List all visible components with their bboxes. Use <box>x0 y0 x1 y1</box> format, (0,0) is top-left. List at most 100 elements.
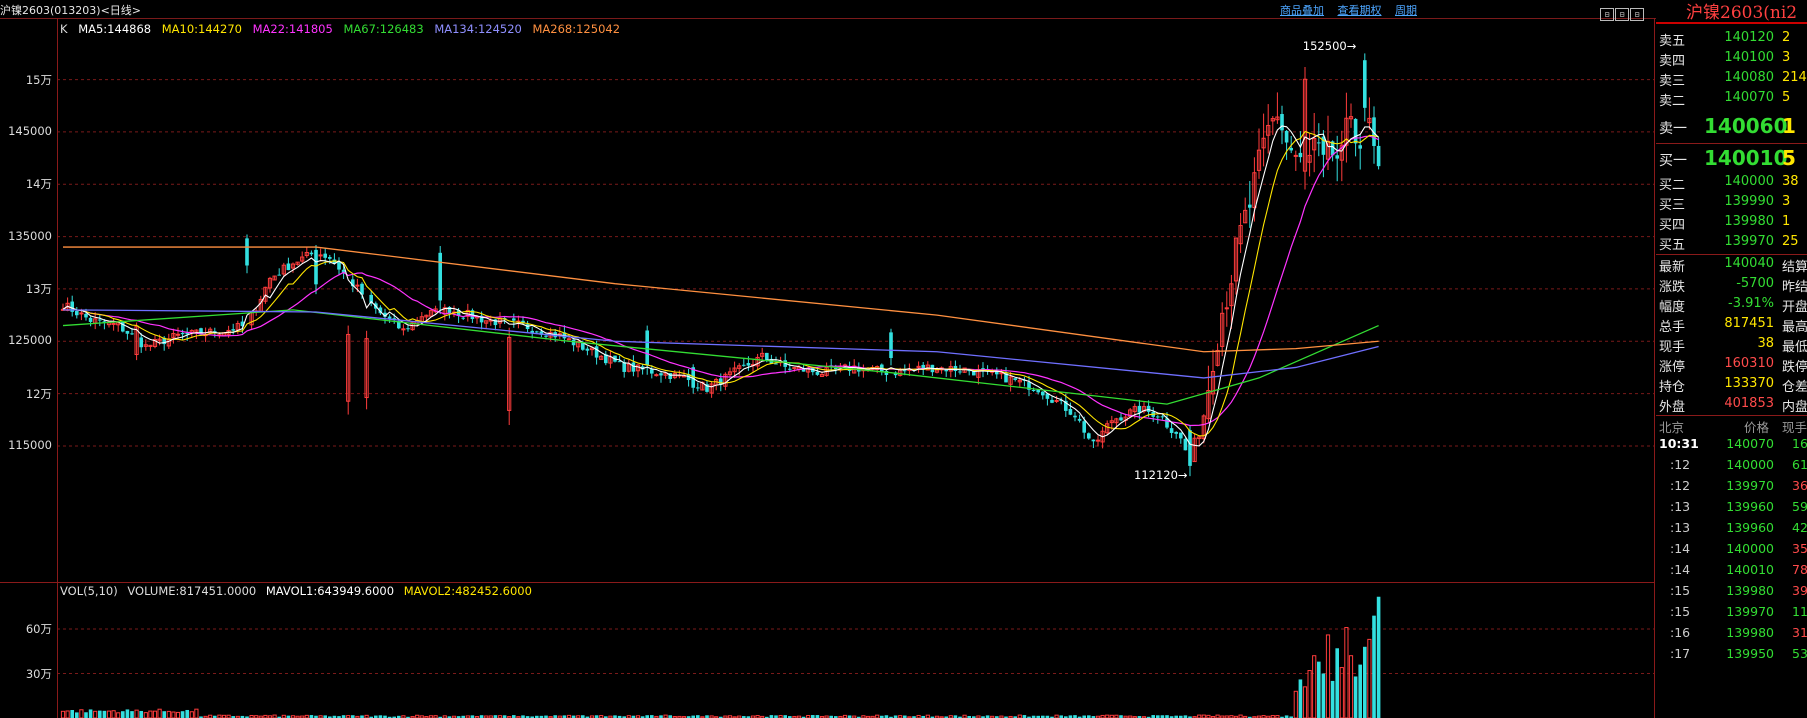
volume-bar <box>1372 615 1376 718</box>
stat-label-2: 仓差 <box>1782 380 1807 395</box>
volume-bar <box>1312 655 1317 718</box>
best-bid-price[interactable]: 140010 <box>1704 146 1788 170</box>
candle-body <box>1146 405 1151 412</box>
bid-price[interactable]: 139980 <box>1712 214 1774 229</box>
volume-bar <box>1307 670 1312 718</box>
period-link[interactable]: 周期 <box>1395 4 1417 17</box>
stat-label-2: 最低 <box>1782 340 1807 355</box>
candle-body <box>1041 391 1045 396</box>
candle-body <box>903 370 907 372</box>
tick-price: 140010 <box>1726 562 1774 577</box>
candle-body <box>1068 408 1073 415</box>
stat-label: 涨停 <box>1659 360 1686 375</box>
candle-body <box>1317 142 1321 144</box>
bid-volume: 3 <box>1782 194 1791 209</box>
candle-body <box>1353 118 1358 144</box>
candle-body <box>1137 405 1142 413</box>
stat-label-2: 最高 <box>1782 320 1807 335</box>
volume-bars <box>60 596 1381 718</box>
tick-price: 139980 <box>1726 625 1774 640</box>
volume-bar <box>180 711 185 718</box>
y-tick-label: 13万 <box>25 281 52 296</box>
bid-price[interactable]: 139990 <box>1712 194 1774 209</box>
candle-body <box>314 249 318 285</box>
ask-price[interactable]: 140080 <box>1712 70 1774 85</box>
volume-bar <box>166 710 171 718</box>
candle-body <box>1174 431 1178 434</box>
candle-body <box>631 362 636 372</box>
tick-row: :17 139950 53 <box>1656 646 1807 667</box>
candle-body <box>535 331 539 333</box>
volume-bar <box>1302 686 1308 718</box>
title-bar: 沪镍2603(013203)<日线> 商品叠加 查看期权 周期 ⊟ ⊟ ⊟ <box>0 0 1807 21</box>
bid-price[interactable]: 139970 <box>1712 234 1774 249</box>
volume-bar <box>139 710 143 718</box>
candle-body <box>180 332 185 335</box>
candle-body <box>1031 389 1036 391</box>
volume-bar <box>106 710 112 718</box>
candle-body <box>1119 417 1123 421</box>
tick-time: :15 <box>1670 604 1691 619</box>
stat-label: 现手 <box>1659 340 1686 355</box>
ask-row: 卖二 140070 5 <box>1656 90 1807 110</box>
contract-title: 沪镍2603(ni2 <box>1656 0 1807 24</box>
volume-value: VOLUME:817451.0000 <box>127 584 257 598</box>
candle-body <box>438 252 442 301</box>
candle-body <box>815 371 820 375</box>
candle-body <box>889 332 893 359</box>
bid-label: 买三 <box>1659 198 1686 213</box>
chart-title: 沪镍2603(013203)<日线> <box>0 4 142 17</box>
candle-body <box>834 367 838 370</box>
bid-price[interactable]: 140000 <box>1712 174 1774 189</box>
volume-y-tick-label: 60万 <box>25 622 52 636</box>
stat-label-2: 跌停 <box>1782 360 1807 375</box>
tick-price: 140070 <box>1726 436 1774 451</box>
ask-price[interactable]: 140120 <box>1712 30 1774 45</box>
volume-bar <box>1376 596 1381 718</box>
ask-volume: 3 <box>1782 50 1791 65</box>
y-tick-label: 125000 <box>8 333 52 348</box>
bid-label: 买二 <box>1659 178 1686 193</box>
stat-value: 133370 <box>1724 376 1774 391</box>
candle-body <box>512 318 516 321</box>
candle-body <box>277 274 281 276</box>
candle-body <box>84 313 88 318</box>
tick-price: 140000 <box>1726 457 1774 472</box>
ask-row: 卖五 140120 2 <box>1656 30 1807 50</box>
ask-price[interactable]: 140070 <box>1712 90 1774 105</box>
candle-body <box>355 284 360 287</box>
candle-body <box>765 352 769 361</box>
tick-qty: 78 <box>1792 562 1807 577</box>
ma5-line <box>62 125 1379 447</box>
ask-row: 卖四 140100 3 <box>1656 50 1807 70</box>
stat-value: 38 <box>1757 336 1774 351</box>
ma10-value: MA10:144270 <box>161 22 242 36</box>
best-ask-price[interactable]: 140060 <box>1704 114 1788 138</box>
volume-bar <box>1298 679 1303 718</box>
candle-body <box>746 363 751 366</box>
candle-body <box>1289 147 1293 151</box>
ask-label: 卖二 <box>1659 94 1686 109</box>
commodity-overlay-link[interactable]: 商品叠加 <box>1280 4 1324 17</box>
volume-bar <box>88 709 93 718</box>
volume-bar <box>152 710 158 718</box>
best-ask-row: 卖一 140060 1 <box>1656 114 1807 140</box>
candle-body <box>1224 307 1229 310</box>
candle-body <box>1095 439 1101 442</box>
tick-time: 10:31 <box>1659 436 1699 451</box>
y-tick-label: 115000 <box>8 437 52 452</box>
view-options-link[interactable]: 查看期权 <box>1338 4 1382 17</box>
quote-panel-divider <box>1654 18 1655 718</box>
high-price-text: 152500 <box>1302 39 1347 54</box>
kline-chart[interactable] <box>0 18 1654 718</box>
ma134-value: MA134:124520 <box>434 22 522 36</box>
candle-body <box>650 369 654 374</box>
candle-body <box>328 257 332 259</box>
ask-price[interactable]: 140100 <box>1712 50 1774 65</box>
tick-time: :14 <box>1670 562 1691 577</box>
volume-bar <box>162 711 166 718</box>
tick-qty: 53 <box>1792 646 1807 661</box>
volume-bar <box>70 710 74 718</box>
ma134-line <box>62 309 1379 379</box>
volume-bar <box>1363 646 1367 718</box>
